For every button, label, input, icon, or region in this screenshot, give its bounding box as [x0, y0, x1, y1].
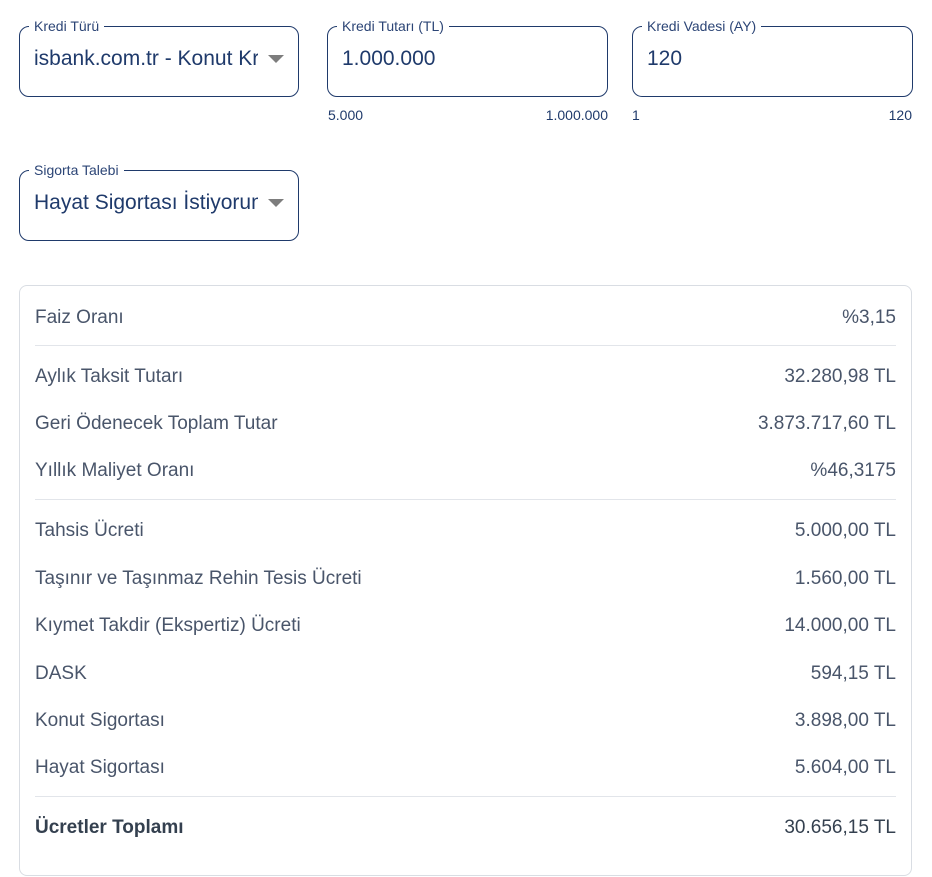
result-row-total-repayment: Geri Ödenecek Toplam Tutar 3.873.717,60 … [35, 409, 896, 439]
result-row-appraisal-fee: Kıymet Takdir (Ekspertiz) Ücreti 14.000,… [35, 611, 896, 641]
loan-amount-min: 5.000 [328, 107, 364, 123]
insurance-label: Sigorta Talebi [29, 161, 124, 179]
result-row-dask: DASK 594,15 TL [35, 659, 896, 689]
appraisal-fee-label: Kıymet Takdir (Ekspertiz) Ücreti [35, 615, 301, 636]
caret-down-icon[interactable] [268, 199, 284, 207]
loan-amount-label: Kredi Tutarı (TL) [337, 17, 449, 35]
home-insurance-value: 3.898,00 TL [794, 710, 896, 731]
result-row-life-insurance: Hayat Sigortası 5.604,00 TL [35, 753, 896, 783]
loan-calculator: Kredi Türü isbank.com.tr - Konut Kredisi… [0, 0, 932, 877]
loan-term-input[interactable]: 120 [647, 46, 682, 72]
dask-label: DASK [35, 663, 87, 684]
result-row-mortgage-fee: Taşınır ve Taşınmaz Rehin Tesis Ücreti 1… [35, 564, 896, 594]
result-row-allocation-fee: Tahsis Ücreti 5.000,00 TL [35, 516, 896, 546]
loan-term-label: Kredi Vadesi (AY) [642, 17, 762, 35]
loan-term-min: 1 [632, 107, 640, 123]
loan-type-label: Kredi Türü [29, 17, 105, 35]
fees-total-label: Ücretler Toplamı [35, 817, 184, 838]
home-insurance-label: Konut Sigortası [35, 710, 165, 731]
result-row-interest-rate: Faiz Oranı %3,15 [35, 303, 896, 333]
result-row-monthly-payment: Aylık Taksit Tutarı 32.280,98 TL [35, 362, 896, 392]
interest-rate-value: %3,15 [842, 307, 896, 328]
dask-value: 594,15 TL [810, 663, 896, 684]
monthly-payment-label: Aylık Taksit Tutarı [35, 366, 184, 387]
divider [35, 796, 896, 797]
loan-amount-max: 1.000.000 [545, 107, 608, 123]
insurance-select[interactable]: Sigorta Talebi Hayat Sigortası İstiyorum [19, 161, 299, 241]
loan-type-select[interactable]: Kredi Türü isbank.com.tr - Konut Kredisi [19, 17, 299, 97]
fees-total-value: 30.656,15 TL [784, 817, 896, 838]
result-row-home-insurance: Konut Sigortası 3.898,00 TL [35, 706, 896, 736]
allocation-fee-value: 5.000,00 TL [794, 520, 896, 541]
divider [35, 345, 896, 346]
loan-amount-field[interactable]: Kredi Tutarı (TL) 1.000.000 [327, 17, 608, 97]
total-repayment-value: 3.873.717,60 TL [757, 413, 896, 434]
result-row-annual-cost-rate: Yıllık Maliyet Oranı %46,3175 [35, 456, 896, 486]
annual-cost-rate-label: Yıllık Maliyet Oranı [35, 460, 195, 481]
monthly-payment-value: 32.280,98 TL [784, 366, 896, 387]
annual-cost-rate-value: %46,3175 [810, 460, 896, 481]
total-repayment-label: Geri Ödenecek Toplam Tutar [35, 413, 278, 434]
result-row-fees-total: Ücretler Toplamı 30.656,15 TL [35, 813, 896, 843]
loan-type-value: isbank.com.tr - Konut Kredisi [34, 47, 258, 70]
loan-amount-input[interactable]: 1.000.000 [342, 46, 435, 72]
appraisal-fee-value: 14.000,00 TL [784, 615, 896, 636]
mortgage-fee-label: Taşınır ve Taşınmaz Rehin Tesis Ücreti [35, 568, 362, 589]
interest-rate-label: Faiz Oranı [35, 307, 124, 328]
results-card: Faiz Oranı %3,15 Aylık Taksit Tutarı 32.… [19, 285, 912, 876]
life-insurance-value: 5.604,00 TL [794, 757, 896, 778]
insurance-value: Hayat Sigortası İstiyorum [34, 191, 258, 214]
mortgage-fee-value: 1.560,00 TL [794, 568, 896, 589]
loan-term-field[interactable]: Kredi Vadesi (AY) 120 [632, 17, 913, 97]
loan-term-max: 120 [888, 107, 912, 123]
divider [35, 499, 896, 500]
life-insurance-label: Hayat Sigortası [35, 757, 165, 778]
allocation-fee-label: Tahsis Ücreti [35, 520, 144, 541]
caret-down-icon[interactable] [268, 55, 284, 63]
